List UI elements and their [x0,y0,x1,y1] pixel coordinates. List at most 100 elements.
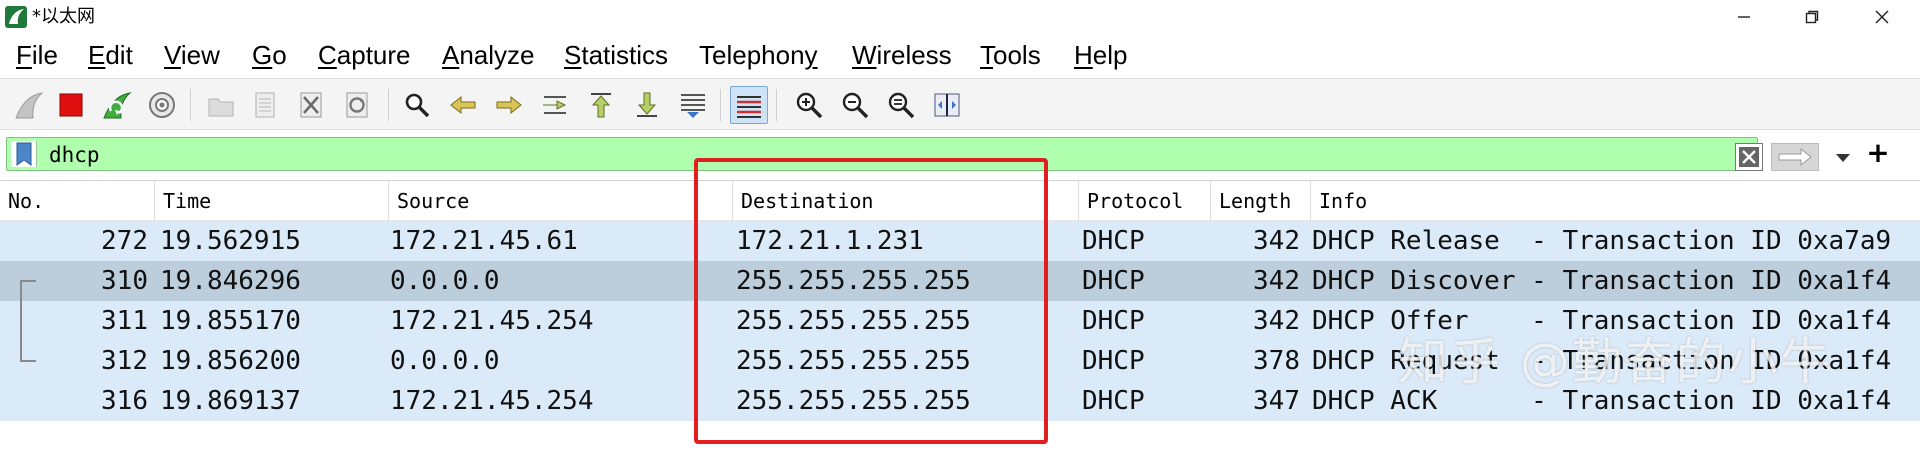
zoom-in-icon [796,92,823,119]
menu-help[interactable]: Help [1074,40,1127,70]
zoom-out-icon [842,92,869,119]
reload-file-icon [346,92,368,118]
wireshark-logo-icon [5,6,27,28]
conversation-bracket [20,280,40,362]
stop-capture-button[interactable] [52,86,90,124]
cell-source: 0.0.0.0 [390,346,500,376]
menu-edit[interactable]: Edit [88,40,133,70]
find-packet-icon [405,93,430,118]
watermark-text: 知乎 @勤奋的小牛 [1398,333,1832,391]
cell-source: 0.0.0.0 [390,266,500,296]
column-header-time[interactable]: Time [154,181,388,221]
menu-file[interactable]: File [16,40,58,70]
add-filter-button[interactable]: + [1862,137,1894,169]
go-last-packet-button[interactable] [628,86,666,124]
column-header-no[interactable]: No. [0,181,154,221]
main-toolbar [0,78,1920,130]
restore-button[interactable] [1782,0,1842,34]
cell-no: 272 [101,226,148,256]
menu-telephony[interactable]: Telephony [699,40,818,70]
minimize-button[interactable] [1714,0,1774,34]
auto-scroll-button[interactable] [674,86,712,124]
restart-capture-icon [103,92,132,119]
cell-time: 19.562915 [160,226,301,256]
close-file-icon [300,92,322,118]
resize-columns-button[interactable] [928,86,966,124]
cell-protocol: DHCP [1082,266,1145,296]
close-icon [1875,10,1889,24]
open-file-button[interactable] [202,86,240,124]
auto-scroll-icon [681,94,705,118]
close-window-button[interactable] [1852,0,1912,34]
save-file-button[interactable] [246,86,284,124]
toolbar-separator [190,89,191,121]
zoom-normal-button[interactable] [882,86,920,124]
save-file-icon [255,92,275,118]
cell-time: 19.855170 [160,306,301,336]
cell-protocol: DHCP [1082,306,1145,336]
restart-capture-button[interactable] [98,86,136,124]
menu-tools[interactable]: Tools [980,40,1041,70]
zoom-out-button[interactable] [836,86,874,124]
bookmark-icon [16,142,31,166]
cell-time: 19.856200 [160,346,301,376]
restore-icon [1805,10,1819,24]
filter-bookmark-button[interactable] [11,141,37,167]
chevron-down-icon [1836,154,1850,162]
clear-filter-button[interactable] [1735,143,1763,171]
menu-bar: File Edit View Go Capture Analyze Statis… [0,34,1920,76]
column-header-source[interactable]: Source [388,181,732,221]
colorize-button[interactable] [730,86,768,124]
go-to-packet-button[interactable] [536,86,574,124]
cell-length: 347 [1253,386,1300,416]
column-header-info[interactable]: Info [1310,181,1920,221]
cell-info: DHCP Release - Transaction ID 0xa7a9 [1312,226,1892,256]
zoom-in-button[interactable] [790,86,828,124]
bracket-bottom [20,360,36,362]
go-back-icon [450,95,476,115]
apply-filter-button[interactable] [1771,143,1819,171]
clear-icon [1739,147,1759,167]
cell-length: 378 [1253,346,1300,376]
menu-go[interactable]: Go [252,40,287,70]
cell-source: 172.21.45.61 [390,226,578,256]
menu-statistics[interactable]: Statistics [564,40,668,70]
cell-length: 342 [1253,266,1300,296]
cell-info: DHCP Discover - Transaction ID 0xa1f4 [1312,266,1892,296]
toolbar-separator [720,89,721,121]
filter-history-dropdown[interactable] [1829,146,1857,170]
menu-capture[interactable]: Capture [318,40,411,70]
arrow-right-icon [1778,147,1812,167]
cell-protocol: DHCP [1082,346,1145,376]
go-forward-button[interactable] [490,86,528,124]
capture-options-button[interactable] [143,86,181,124]
toolbar-separator [776,89,777,121]
stop-capture-icon [59,93,83,117]
filter-value[interactable]: dhcp [49,142,100,168]
cell-time: 19.869137 [160,386,301,416]
menu-view[interactable]: View [164,40,220,70]
go-forward-icon [496,95,522,115]
column-header-protocol[interactable]: Protocol [1078,181,1210,221]
go-back-button[interactable] [444,86,482,124]
go-first-packet-icon [591,93,611,118]
close-file-button[interactable] [292,86,330,124]
go-first-packet-button[interactable] [582,86,620,124]
resize-columns-icon [934,93,960,117]
start-capture-button[interactable] [10,86,48,124]
open-file-icon [208,98,234,117]
find-packet-button[interactable] [398,86,436,124]
cell-protocol: DHCP [1082,226,1145,256]
colorize-icon [737,96,761,118]
cell-time: 19.846296 [160,266,301,296]
minimize-icon [1738,16,1750,18]
cell-no: 316 [101,386,148,416]
column-header-length[interactable]: Length [1210,181,1310,221]
shark-fin-start-icon [15,92,44,119]
title-bar: *以太网 [0,0,1920,34]
toolbar-separator [388,89,389,121]
zoom-normal-icon [888,92,915,119]
menu-analyze[interactable]: Analyze [442,40,535,70]
menu-wireless[interactable]: Wireless [852,40,952,70]
reload-file-button[interactable] [338,86,376,124]
